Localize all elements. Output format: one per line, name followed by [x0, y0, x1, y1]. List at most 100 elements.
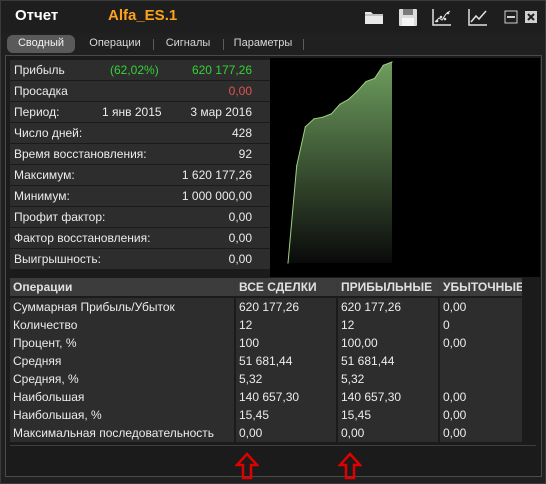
losing-value [440, 352, 522, 370]
report-window: Отчет Alfa_ES.1 Сводный Операции Сигналы… [0, 0, 546, 484]
tab-bar: Сводный Операции Сигналы Параметры [5, 35, 541, 53]
all-trades-value: 100 [236, 334, 336, 352]
title-bar: Отчет Alfa_ES.1 [1, 1, 545, 33]
table-row: Количество 12 12 0 [10, 316, 522, 334]
summary-value: 0,00 [228, 210, 252, 224]
equity-point [339, 103, 341, 105]
profitable-value: 12 [338, 316, 438, 334]
equity-point [382, 64, 384, 66]
summary-label: Время восстановления: [14, 147, 147, 161]
tab-summary[interactable]: Сводный [7, 35, 75, 53]
summary-row-profit: Прибыль (62,02%) 620 177,26 [10, 60, 270, 80]
tab-separator [303, 39, 304, 50]
operation-name: Максимальная последовательность [10, 424, 234, 442]
losing-value: 0 [440, 316, 522, 334]
summary-row-drawdown: Просадка 0,00 [10, 81, 270, 101]
summary-row-profit-factor: Профит фактор: 0,00 [10, 207, 270, 227]
losing-value: 0,00 [440, 424, 522, 442]
equity-point [287, 262, 289, 264]
summary-label: Профит фактор: [14, 210, 106, 224]
table-row: Наибольшая, % 15,45 15,45 0,00 [10, 406, 522, 424]
profitable-value: 5,32 [338, 370, 438, 388]
window-title: Отчет [15, 7, 59, 24]
all-trades-value: 5,32 [236, 370, 336, 388]
operation-name: Средняя [10, 352, 234, 370]
equity-chart [270, 58, 540, 277]
folder-icon[interactable] [363, 7, 385, 27]
summary-row-win-rate: Выигрышность: 0,00 [10, 249, 270, 269]
summary-label: Прибыль [14, 63, 65, 77]
summary-row-recovery-factor: Фактор восстановления: 0,00 [10, 228, 270, 248]
all-trades-value: 12 [236, 316, 336, 334]
summary-label: Фактор восстановления: [14, 231, 151, 245]
table-row: Наибольшая 140 657,30 140 657,30 0,00 [10, 388, 522, 406]
profitable-value: 51 681,44 [338, 352, 438, 370]
period-end: 3 мар 2016 [190, 105, 252, 119]
summary-value: 1 000 000,00 [181, 189, 252, 203]
drawdown-value: 0,00 [228, 84, 252, 98]
profitable-value: 15,45 [338, 406, 438, 424]
summary-row-period: Период: 1 янв 2015 3 мар 2016 [10, 102, 270, 122]
operation-name: Процент, % [10, 334, 234, 352]
all-trades-value: 15,45 [236, 406, 336, 424]
table-row: Средняя 51 681,44 51 681,44 [10, 352, 522, 370]
losing-value: 0,00 [440, 388, 522, 406]
summary-label: Выигрышность: [14, 252, 102, 266]
table-row: Суммарная Прибыль/Убыток 620 177,26 620 17… [10, 298, 522, 316]
summary-value: 0,00 [228, 231, 252, 245]
summary-value: 428 [231, 126, 252, 140]
summary-value: 1 620 177,26 [181, 168, 252, 182]
profitable-value: 0,00 [338, 424, 438, 442]
summary-row-minimum: Минимум: 1 000 000,00 [10, 186, 270, 206]
operation-name: Суммарная Прибыль/Убыток [10, 298, 234, 316]
scatter-chart-icon[interactable] [431, 7, 453, 27]
header-all-trades: ВСЕ СДЕЛКИ [236, 278, 336, 296]
equity-point [330, 113, 332, 115]
up-arrow-icon [338, 452, 362, 480]
equity-point [348, 98, 350, 100]
operation-name: Количество [10, 316, 234, 334]
summary-row-recovery-time: Время восстановления: 92 [10, 144, 270, 164]
summary-label: Число дней: [14, 126, 83, 140]
divider [10, 445, 536, 446]
table-header: Операции ВСЕ СДЕЛКИ ПРИБЫЛЬНЫЕ УБЫТОЧНЫЕ [10, 278, 522, 296]
report-content: Прибыль (62,02%) 620 177,26 Просадка 0,0… [5, 55, 542, 480]
losing-value: 0,00 [440, 298, 522, 316]
summary-row-maximum: Максимум: 1 620 177,26 [10, 165, 270, 185]
header-operations: Операции [10, 278, 234, 296]
all-trades-value: 51 681,44 [236, 352, 336, 370]
equity-point [374, 77, 376, 79]
equity-point [391, 61, 393, 63]
line-chart-icon[interactable] [467, 7, 489, 27]
table-row: Процент, % 100 100,00 0,00 [10, 334, 522, 352]
minimize-button[interactable] [504, 10, 518, 24]
summary-label: Минимум: [14, 189, 70, 203]
profitable-value: 140 657,30 [338, 388, 438, 406]
header-profitable: ПРИБЫЛЬНЫЕ [338, 278, 438, 296]
operation-name: Наибольшая, % [10, 406, 234, 424]
summary-value: 92 [238, 147, 252, 161]
equity-point [304, 126, 306, 128]
tab-operations[interactable]: Операции [79, 35, 151, 53]
tab-parameters[interactable]: Параметры [225, 35, 301, 53]
up-arrow-icon [235, 452, 259, 480]
profit-value: 620 177,26 [191, 63, 252, 77]
close-button[interactable] [524, 10, 538, 24]
tab-separator [223, 39, 224, 50]
profitable-value: 100,00 [338, 334, 438, 352]
equity-point [322, 116, 324, 118]
table-row: Средняя, % 5,32 5,32 [10, 370, 522, 388]
header-losing: УБЫТОЧНЫЕ [440, 278, 522, 296]
summary-label: Максимум: [14, 168, 75, 182]
table-row: Максимальная последовательность 0,00 0,00 0… [10, 424, 522, 442]
profit-percent: (62,02%) [110, 63, 159, 77]
losing-value [440, 370, 522, 388]
profitable-value: 620 177,26 [338, 298, 438, 316]
equity-point [296, 165, 298, 167]
save-icon[interactable] [397, 7, 419, 27]
tab-signals[interactable]: Сигналы [155, 35, 221, 53]
operation-name: Средняя, % [10, 370, 234, 388]
all-trades-value: 0,00 [236, 424, 336, 442]
losing-value: 0,00 [440, 406, 522, 424]
losing-value: 0,00 [440, 334, 522, 352]
